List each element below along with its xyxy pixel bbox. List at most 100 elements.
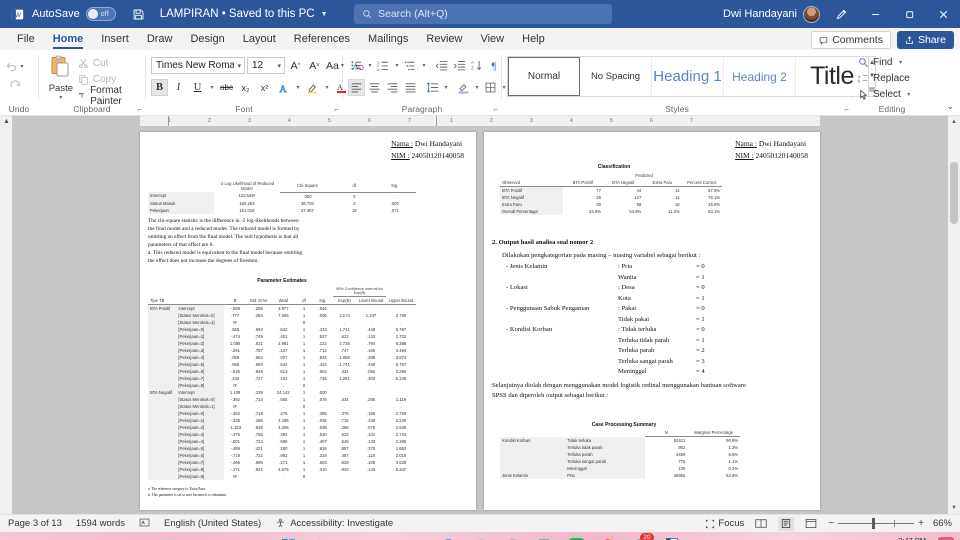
styles-dialog-launcher[interactable]: ⌐ <box>844 105 849 114</box>
paragraph-dialog-launcher[interactable]: ⌐ <box>493 105 498 114</box>
zoom-slider[interactable]: − + <box>828 518 924 529</box>
strikethrough-button[interactable]: abc <box>218 79 235 96</box>
tab-file[interactable]: File <box>8 29 44 50</box>
word-icon[interactable]: W <box>663 536 682 540</box>
line-spacing-chevron-down-icon[interactable]: ▾ <box>442 84 450 91</box>
replace-button[interactable]: ab Replace <box>858 71 913 86</box>
chrome-icon[interactable] <box>599 536 618 540</box>
multilevel-chevron-down-icon[interactable]: ▾ <box>420 62 428 69</box>
close-button[interactable] <box>926 0 960 28</box>
select-chevron-down-icon[interactable]: ▾ <box>905 91 913 98</box>
text-effects-chevron-down-icon[interactable]: ▾ <box>294 84 302 91</box>
scroll-up-icon[interactable]: ▲ <box>948 116 960 128</box>
proofing-icon[interactable] <box>139 517 150 531</box>
italic-button[interactable]: I <box>170 79 187 96</box>
highlight-chevron-down-icon[interactable]: ▾ <box>323 84 331 91</box>
tab-home[interactable]: Home <box>44 29 93 50</box>
save-icon[interactable] <box>126 4 152 24</box>
style-normal[interactable]: Normal <box>508 57 580 96</box>
underline-chevron-down-icon[interactable]: ▾ <box>208 84 216 91</box>
justify-icon[interactable] <box>402 79 419 96</box>
tab-references[interactable]: References <box>285 29 359 50</box>
task-view-icon[interactable] <box>343 536 362 540</box>
tab-mailings[interactable]: Mailings <box>359 29 417 50</box>
scrollbar-thumb[interactable] <box>950 162 958 224</box>
font-size-combo[interactable]: 12 ▾ <box>247 57 285 74</box>
print-layout-button[interactable] <box>778 516 795 531</box>
horizontal-ruler[interactable]: 12 34 56 71 23 45 67 <box>140 116 820 126</box>
sort-icon[interactable]: AZ <box>469 57 486 74</box>
find-chevron-down-icon[interactable]: ▾ <box>896 59 904 66</box>
align-right-icon[interactable] <box>384 79 401 96</box>
format-painter-button[interactable]: Format Painter <box>78 85 140 107</box>
multilevel-list-icon[interactable] <box>402 57 419 74</box>
font-name-chevron-down-icon[interactable]: ▾ <box>237 62 241 70</box>
vertical-scrollbar[interactable]: ▲ ▼ <box>948 116 960 514</box>
bullets-icon[interactable] <box>348 57 365 74</box>
user-name[interactable]: Dwi Handayani <box>723 8 797 20</box>
pen-icon[interactable] <box>824 0 858 28</box>
find-button[interactable]: Find ▾ <box>858 55 913 70</box>
r-studio-icon[interactable]: R <box>471 536 490 540</box>
whatsapp-icon[interactable]: 20 <box>631 532 654 540</box>
scroll-down-icon[interactable]: ▼ <box>948 502 960 514</box>
search-icon[interactable] <box>311 536 330 540</box>
accessibility-status[interactable]: Accessibility: Investigate <box>275 518 393 529</box>
paste-button[interactable]: Paste ▾ <box>44 53 78 101</box>
document-title[interactable]: LAMPIRAN • Saved to this PC <box>160 8 315 20</box>
notepad-icon[interactable] <box>535 536 554 540</box>
start-icon[interactable] <box>279 536 298 540</box>
zoom-thumb[interactable] <box>872 518 876 529</box>
edge-icon[interactable] <box>439 536 458 540</box>
focus-button[interactable]: Focus <box>705 518 744 529</box>
language-status[interactable]: English (United States) <box>164 518 261 529</box>
borders-icon[interactable] <box>482 79 499 96</box>
increase-font-size-icon[interactable]: A ^ <box>287 57 304 74</box>
decrease-indent-icon[interactable] <box>433 57 450 74</box>
align-center-icon[interactable] <box>366 79 383 96</box>
autosave-toggle[interactable]: off <box>85 7 116 21</box>
avatar[interactable] <box>803 5 820 23</box>
zoom-out-button[interactable]: − <box>828 518 834 529</box>
minimize-button[interactable] <box>858 0 892 28</box>
tab-design[interactable]: Design <box>181 29 233 50</box>
tab-layout[interactable]: Layout <box>234 29 285 50</box>
restore-button[interactable] <box>892 0 926 28</box>
ruler-collapse-icon[interactable]: ▲ <box>3 118 10 125</box>
zoom-in-button[interactable]: + <box>918 518 924 529</box>
shading-chevron-down-icon[interactable]: ▾ <box>473 84 481 91</box>
collapse-ribbon-icon[interactable]: ⌄ <box>946 101 954 112</box>
style-heading-1[interactable]: Heading 1 <box>652 57 724 96</box>
file-explorer-icon[interactable] <box>407 536 426 540</box>
title-chevron-down-icon[interactable]: ▼ <box>321 11 328 18</box>
share-button[interactable]: Share <box>896 31 954 49</box>
superscript-button[interactable]: x² <box>256 79 273 96</box>
numbering-chevron-down-icon[interactable]: ▾ <box>393 62 401 69</box>
line-icon[interactable]: LINE <box>567 536 586 540</box>
cut-button[interactable]: Cut <box>78 56 140 71</box>
text-effects-icon[interactable]: A <box>275 79 292 96</box>
read-mode-button[interactable] <box>753 517 769 531</box>
zoom-track[interactable] <box>838 518 915 529</box>
select-button[interactable]: Select ▾ <box>858 87 913 102</box>
text-highlight-icon[interactable] <box>304 79 321 96</box>
tab-draw[interactable]: Draw <box>138 29 182 50</box>
subscript-button[interactable]: x₂ <box>237 79 254 96</box>
shading-icon[interactable] <box>455 79 472 96</box>
font-dialog-launcher[interactable]: ⌐ <box>334 105 339 114</box>
font-name-combo[interactable]: Times New Roman ▾ <box>151 57 245 74</box>
page-right[interactable]: Nama : Dwi Handayani NIM : 2405012014005… <box>484 132 820 510</box>
page-left[interactable]: Nama : Dwi Handayani NIM : 2405012014005… <box>140 132 476 510</box>
web-layout-button[interactable] <box>803 517 819 531</box>
redo-icon[interactable] <box>5 77 26 95</box>
comments-button[interactable]: Comments <box>811 31 891 49</box>
clock[interactable]: 2:47 PM 6/29/2022 <box>893 536 926 540</box>
teams-icon[interactable] <box>375 536 394 540</box>
spss-icon[interactable] <box>503 536 522 540</box>
tab-insert[interactable]: Insert <box>92 29 138 50</box>
numbering-icon[interactable]: 123 <box>375 57 392 74</box>
style-no-spacing[interactable]: No Spacing <box>580 57 652 96</box>
undo-chevron-down-icon[interactable]: ▾ <box>18 63 26 70</box>
underline-button[interactable]: U <box>189 79 206 96</box>
undo-icon[interactable]: ▾ <box>5 57 26 75</box>
